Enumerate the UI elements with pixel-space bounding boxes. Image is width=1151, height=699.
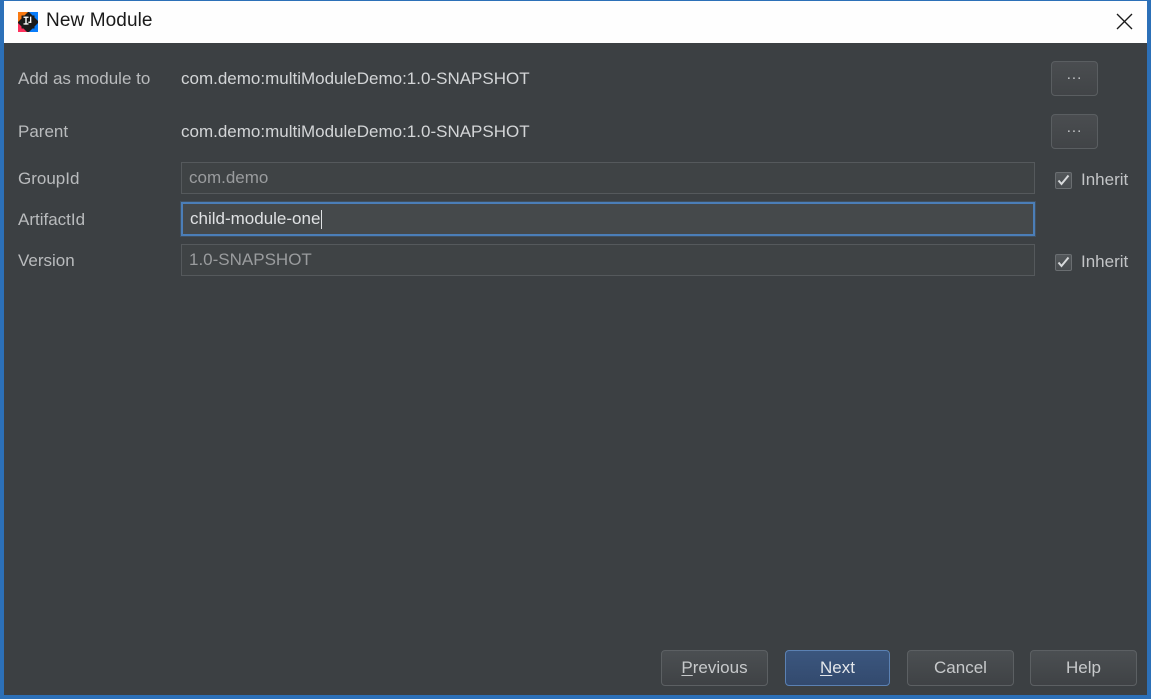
previous-button[interactable]: Previous: [661, 650, 768, 686]
previous-button-label: Previous: [681, 658, 747, 678]
artifactid-input[interactable]: child-module-one: [181, 202, 1035, 236]
help-button-label: Help: [1066, 658, 1101, 677]
checkbox-checked-icon: [1055, 253, 1072, 271]
cancel-button-label: Cancel: [934, 658, 987, 677]
browse-button-parent[interactable]: ...: [1051, 114, 1098, 149]
artifactid-input-value: child-module-one: [190, 209, 321, 228]
new-module-dialog-window: New Module Add as module to com.demo:mul…: [0, 0, 1151, 699]
version-input[interactable]: 1.0-SNAPSHOT: [181, 244, 1035, 276]
inherit-label-version: Inherit: [1081, 252, 1129, 271]
next-mnemonic: N: [820, 658, 833, 677]
inherit-checkbox-groupid[interactable]: Inherit: [1055, 170, 1128, 190]
text-caret: [321, 209, 323, 229]
cancel-button[interactable]: Cancel: [907, 650, 1014, 686]
checkbox-checked-icon: [1055, 171, 1072, 189]
help-button[interactable]: Help: [1030, 650, 1137, 686]
groupid-input-value: com.demo: [189, 168, 269, 187]
label-parent: Parent: [18, 122, 69, 141]
label-artifactid: ArtifactId: [18, 210, 86, 229]
label-groupid: GroupId: [18, 169, 80, 188]
previous-rest: revious: [692, 658, 748, 677]
close-icon[interactable]: [1101, 1, 1147, 42]
groupid-input[interactable]: com.demo: [181, 162, 1035, 194]
next-rest: ext: [832, 658, 855, 677]
previous-mnemonic: P: [681, 658, 693, 677]
browse-button-add-as-module-to[interactable]: ...: [1051, 61, 1098, 96]
label-version: Version: [18, 251, 75, 270]
intellij-idea-icon: [18, 12, 38, 32]
title-bar: New Module: [4, 1, 1147, 44]
value-parent: com.demo:multiModuleDemo:1.0-SNAPSHOT: [181, 122, 530, 141]
value-add-as-module-to: com.demo:multiModuleDemo:1.0-SNAPSHOT: [181, 69, 530, 88]
ellipsis-icon: ...: [1066, 119, 1083, 136]
ellipsis-icon: ...: [1066, 66, 1083, 83]
next-button-label: Next: [820, 658, 855, 678]
label-add-as-module-to: Add as module to: [18, 69, 151, 88]
next-button[interactable]: Next: [785, 650, 890, 686]
inherit-label-groupid: Inherit: [1081, 170, 1129, 189]
window-title: New Module: [46, 10, 153, 31]
dialog-body: Add as module to com.demo:multiModuleDem…: [4, 43, 1147, 695]
version-input-value: 1.0-SNAPSHOT: [189, 250, 312, 269]
inherit-checkbox-version[interactable]: Inherit: [1055, 252, 1128, 272]
